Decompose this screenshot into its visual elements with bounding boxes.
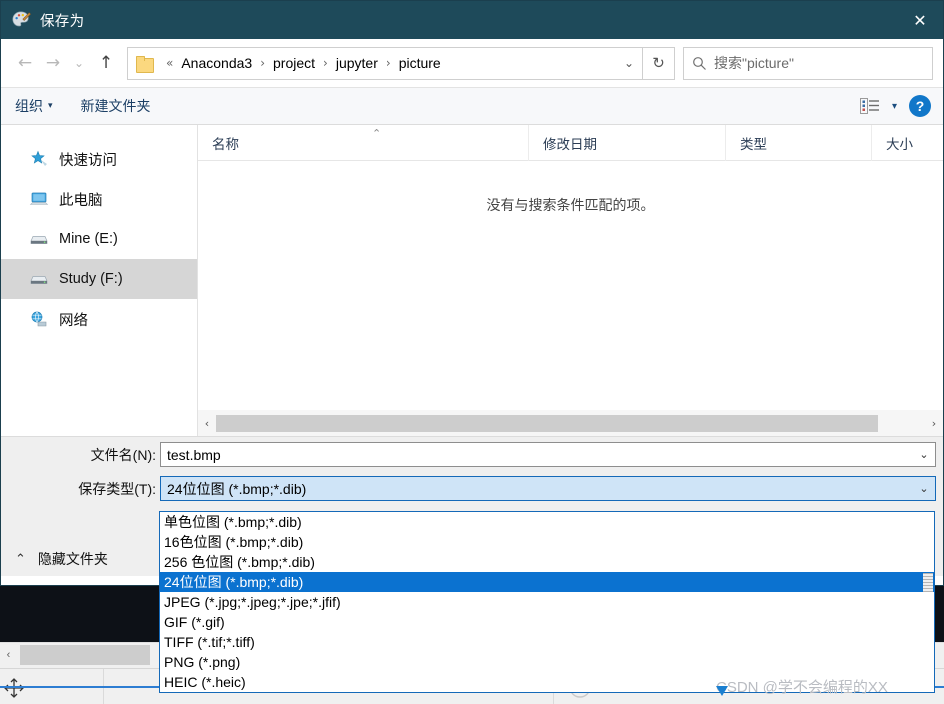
sidebar-item-mine-e[interactable]: Mine (E:) <box>1 219 197 259</box>
filetype-value: 24位位图 (*.bmp;*.dib) <box>167 480 307 497</box>
screen: ‹ 100% 保存为 <box>0 0 944 704</box>
column-header-name[interactable]: 名称 <box>198 125 528 161</box>
column-header-type[interactable]: 类型 <box>725 124 871 161</box>
dialog-title: 保存为 <box>40 13 85 30</box>
paint-scroll-left-button[interactable]: ‹ <box>0 642 17 668</box>
back-button[interactable]: ← <box>11 48 39 78</box>
paint-scroll-thumb[interactable] <box>20 645 150 665</box>
new-folder-label: 新建文件夹 <box>80 98 151 114</box>
column-header-date[interactable]: 修改日期 <box>528 124 725 161</box>
filename-label: 文件名(N): <box>90 447 156 463</box>
breadcrumb-prefix: « <box>166 56 174 70</box>
sidebar-item-label: 快速访问 <box>59 152 117 169</box>
folder-icon <box>136 55 154 73</box>
search-input[interactable]: 搜索"picture" <box>714 53 794 73</box>
sidebar-item-network[interactable]: 网络 <box>1 299 197 339</box>
pin-star-icon <box>29 150 49 168</box>
scroll-right-button[interactable]: › <box>925 417 943 430</box>
empty-state-message: 没有与搜索条件匹配的项。 <box>486 197 655 213</box>
breadcrumb-item-2[interactable]: jupyter <box>334 53 380 73</box>
chevron-down-icon[interactable]: ⌄ <box>913 448 935 461</box>
dropdown-option[interactable]: 256 色位图 (*.bmp;*.dib) <box>160 552 934 572</box>
file-list-pane[interactable]: 名称 修改日期 类型 大小 ⌃ 没有与搜索条件匹配的项。 ‹ › <box>198 124 943 436</box>
dropdown-option[interactable]: JPEG (*.jpg;*.jpeg;*.jpe;*.jfif) <box>160 592 934 612</box>
sidebar-item-study-f[interactable]: Study (F:) <box>1 259 197 299</box>
chevron-down-icon: ▾ <box>48 101 53 111</box>
refresh-icon[interactable]: ↻ <box>643 46 675 80</box>
breadcrumb-separator[interactable]: › <box>317 56 334 70</box>
up-button[interactable]: ↑ <box>91 48 121 78</box>
network-icon <box>29 310 49 328</box>
window-controls: ✕ <box>897 1 943 39</box>
sidebar-item-label: Study (F:) <box>59 271 123 287</box>
close-icon[interactable]: ✕ <box>897 1 943 39</box>
column-header-size[interactable]: 大小 <box>871 124 941 161</box>
sidebar-item-quick-access[interactable]: 快速访问 <box>1 139 197 179</box>
paint-palette-icon <box>12 11 31 27</box>
dropdown-option[interactable]: HEIC (*.heic) <box>160 672 934 692</box>
hide-folders-toggle[interactable]: ⌃ 隐藏文件夹 <box>15 549 108 569</box>
forward-button[interactable]: → <box>39 48 67 78</box>
sidebar-item-label: 网络 <box>59 312 88 329</box>
sidebar-item-label: 此电脑 <box>59 192 103 209</box>
navigation-bar: ← → ⌄ ↑ « Anaconda3 › project › jupyter … <box>1 39 943 87</box>
hide-folders-label: 隐藏文件夹 <box>37 551 108 567</box>
search-icon <box>684 56 714 71</box>
dropdown-option[interactable]: 单色位图 (*.bmp;*.dib) <box>160 512 934 532</box>
filename-input[interactable]: test.bmp <box>161 447 913 463</box>
sidebar-item-this-pc[interactable]: 此电脑 <box>1 179 197 219</box>
dropdown-option-selected[interactable]: 24位位图 (*.bmp;*.dib) <box>160 572 934 592</box>
move-cursor-icon <box>4 678 24 698</box>
computer-icon <box>29 190 49 208</box>
dropdown-option[interactable]: 16色位图 (*.bmp;*.dib) <box>160 532 934 552</box>
breadcrumb-item-1[interactable]: project <box>271 53 317 73</box>
drive-icon <box>29 230 49 248</box>
file-list-horizontal-scrollbar[interactable]: ‹ › <box>198 410 943 436</box>
sidebar-item-label: Mine (E:) <box>59 231 118 247</box>
drive-icon <box>29 270 49 288</box>
filetype-label: 保存类型(T): <box>78 481 156 497</box>
new-folder-button[interactable]: 新建文件夹 <box>81 96 151 116</box>
organize-label: 组织 <box>15 98 43 114</box>
navigation-sidebar: 快速访问 此电脑 Mine (E:) Study (F:) 网络 <box>1 125 198 436</box>
filetype-dropdown-list[interactable]: 单色位图 (*.bmp;*.dib) 16色位图 (*.bmp;*.dib) 2… <box>159 511 935 693</box>
dropdown-option[interactable]: GIF (*.gif) <box>160 612 934 632</box>
dialog-body: 快速访问 此电脑 Mine (E:) Study (F:) 网络 名称 修改日期… <box>1 124 943 436</box>
organize-button[interactable]: 组织 ▾ <box>15 96 53 116</box>
column-header-row: 名称 修改日期 类型 大小 ⌃ <box>198 124 943 161</box>
breadcrumb-separator[interactable]: › <box>380 56 397 70</box>
save-as-dialog: 保存为 ✕ ← → ⌄ ↑ « Anaconda3 › project › ju… <box>0 0 944 586</box>
chevron-up-icon: ⌃ <box>15 551 26 567</box>
address-bar[interactable]: « Anaconda3 › project › jupyter › pictur… <box>127 46 643 80</box>
filename-field[interactable]: test.bmp ⌄ <box>160 442 936 467</box>
dropdown-option[interactable]: PNG (*.png) <box>160 652 934 672</box>
filetype-combobox[interactable]: 24位位图 (*.bmp;*.dib) ⌄ <box>160 476 936 501</box>
view-mode-icon[interactable] <box>859 98 880 114</box>
toolbar-right-group: ▾ ? <box>859 95 931 117</box>
help-icon[interactable]: ? <box>909 95 931 117</box>
dropdown-option[interactable]: TIFF (*.tif;*.tiff) <box>160 632 934 652</box>
search-box[interactable]: 搜索"picture" <box>683 46 933 80</box>
chevron-down-icon[interactable]: ⌄ <box>616 48 642 79</box>
chevron-down-icon[interactable]: ⌄ <box>913 482 935 495</box>
breadcrumb-separator[interactable]: › <box>254 56 271 70</box>
dropdown-scroll-grip[interactable] <box>923 573 933 592</box>
scroll-thumb[interactable] <box>216 414 878 432</box>
sort-ascending-icon: ⌃ <box>372 127 382 140</box>
mouse-cursor-icon <box>716 686 728 696</box>
dialog-toolbar: 组织 ▾ 新建文件夹 ▾ ? <box>1 87 943 125</box>
breadcrumb-item-3[interactable]: picture <box>397 53 443 73</box>
scroll-left-button[interactable]: ‹ <box>198 417 216 430</box>
breadcrumb-item-0[interactable]: Anaconda3 <box>179 53 254 73</box>
recent-locations-button[interactable]: ⌄ <box>67 48 91 78</box>
dialog-title-bar[interactable]: 保存为 ✕ <box>1 1 943 39</box>
view-mode-caret-icon[interactable]: ▾ <box>892 101 897 112</box>
